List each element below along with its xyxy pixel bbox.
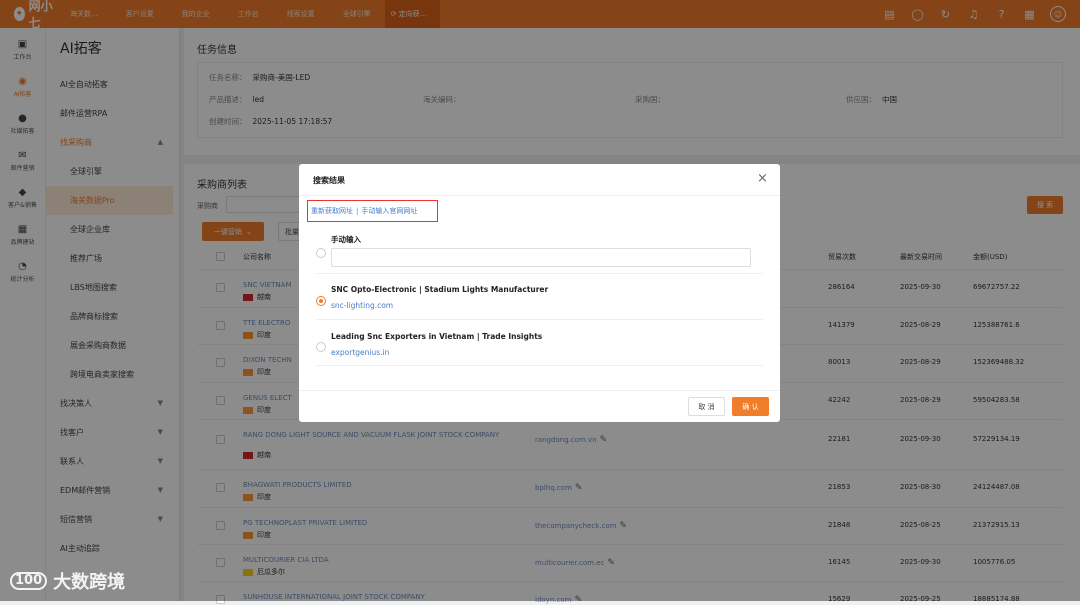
confirm-button[interactable]: 确 认	[732, 397, 769, 416]
option-result-1[interactable]: SNC Opto-Electronic | Stadium Lights Man…	[316, 274, 763, 320]
watermark-text: 大数跨境	[53, 572, 126, 593]
cancel-button[interactable]: 取 消	[688, 397, 725, 416]
manual-url-input[interactable]	[331, 248, 751, 267]
refetch-url-link[interactable]: 重新获取网址	[311, 206, 353, 216]
link-separator: |	[356, 207, 359, 215]
dialog-footer-divider	[299, 390, 780, 391]
result-2-title: Leading Snc Exporters in Vietnam | Trade…	[331, 332, 543, 341]
watermark: 100 大数跨境	[10, 568, 125, 594]
close-icon[interactable]: ×	[757, 171, 768, 186]
url-action-links: 重新获取网址 | 手动输入官网网址	[307, 200, 438, 222]
result-2-url[interactable]: exportgenius.in	[331, 348, 389, 357]
manual-url-link[interactable]: 手动输入官网网址	[361, 206, 417, 216]
search-results-dialog: 搜索结果 × 重新获取网址 | 手动输入官网网址 手动输入 SNC Opto-E…	[299, 164, 780, 422]
manual-input-label: 手动输入	[331, 235, 361, 244]
dialog-header: 搜索结果 ×	[299, 164, 780, 196]
result-1-title: SNC Opto-Electronic | Stadium Lights Man…	[331, 285, 549, 294]
radio-result-1[interactable]	[316, 296, 326, 306]
option-result-2[interactable]: Leading Snc Exporters in Vietnam | Trade…	[316, 320, 763, 366]
radio-manual[interactable]	[316, 248, 326, 258]
radio-result-2[interactable]	[316, 342, 326, 352]
watermark-logo: 100	[10, 572, 48, 590]
result-1-url[interactable]: snc-lighting.com	[331, 301, 393, 310]
dialog-title: 搜索结果	[313, 176, 345, 185]
option-manual[interactable]: 手动输入	[316, 230, 763, 274]
